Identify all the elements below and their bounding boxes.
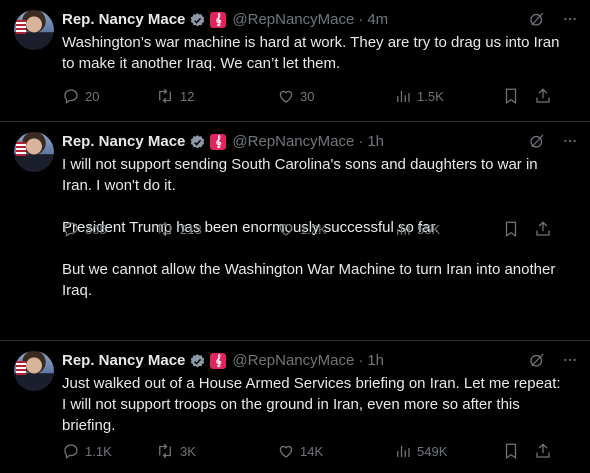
tweet-action-bar: 1.1K 3K 14K 549K xyxy=(62,441,580,461)
tweet-top-actions xyxy=(528,351,578,374)
bookmark-button[interactable] xyxy=(502,220,534,238)
bookmark-button[interactable] xyxy=(502,87,534,105)
reply-count: 1.1K xyxy=(85,443,112,459)
like-count: 14K xyxy=(300,443,324,459)
tweet-text: Washington’s war machine is hard at work… xyxy=(62,32,566,74)
tweet-action-bar: 20 12 30 1.5K xyxy=(62,86,580,106)
reply-icon xyxy=(64,444,78,460)
like-icon xyxy=(279,223,293,236)
grok-icon[interactable] xyxy=(528,132,546,155)
author-handle[interactable]: @RepNancyMace xyxy=(232,351,354,371)
grok-icon[interactable] xyxy=(528,351,546,374)
verified-badge-icon[interactable] xyxy=(189,134,206,151)
like-button[interactable]: 30 xyxy=(277,87,394,105)
tweet-top-actions xyxy=(528,10,578,33)
timestamp[interactable]: 4m xyxy=(367,10,388,30)
tweet-text: Just walked out of a House Armed Service… xyxy=(62,373,566,436)
affiliation-badge-icon[interactable]: 𝄞 xyxy=(210,353,227,369)
like-button[interactable]: 1.2K xyxy=(277,220,394,238)
reply-count: 20 xyxy=(85,88,100,104)
repost-button[interactable]: 3K xyxy=(155,442,277,460)
like-count: 1.2K xyxy=(300,221,327,237)
separator-dot: · xyxy=(358,11,364,28)
repost-count: 3K xyxy=(180,443,196,459)
views-icon xyxy=(397,445,410,457)
share-icon xyxy=(536,443,550,458)
view-count: 55K xyxy=(417,221,441,237)
reply-icon xyxy=(64,222,78,238)
views-button[interactable]: 55K xyxy=(394,220,502,238)
reply-button[interactable]: 305 xyxy=(62,220,155,238)
grok-icon[interactable] xyxy=(528,10,546,33)
like-count: 30 xyxy=(300,88,315,104)
views-button[interactable]: 1.5K xyxy=(394,87,502,105)
tweet[interactable]: Rep. Nancy Mace 𝄞 @RepNancyMace · 4m Was… xyxy=(0,0,590,122)
reply-icon xyxy=(64,89,78,105)
author-name[interactable]: Rep. Nancy Mace xyxy=(62,10,185,30)
more-icon[interactable] xyxy=(562,133,578,154)
tweet-feed: Rep. Nancy Mace 𝄞 @RepNancyMace · 4m Was… xyxy=(0,0,590,473)
bookmark-button[interactable] xyxy=(502,442,534,460)
flag-icon xyxy=(16,142,26,156)
reply-button[interactable]: 20 xyxy=(62,87,155,105)
view-count: 1.5K xyxy=(417,88,444,104)
share-button[interactable] xyxy=(534,442,552,460)
repost-icon xyxy=(159,88,171,104)
like-icon xyxy=(279,90,293,103)
like-icon xyxy=(279,445,293,458)
views-icon xyxy=(397,90,410,102)
avatar[interactable] xyxy=(14,132,54,172)
tweet-top-actions xyxy=(528,132,578,155)
views-icon xyxy=(397,223,410,235)
share-button[interactable] xyxy=(534,87,552,105)
tweet-paragraph: I will not support sending South Carolin… xyxy=(62,156,538,194)
avatar[interactable] xyxy=(14,10,54,50)
more-icon[interactable] xyxy=(562,352,578,373)
verified-badge-icon[interactable] xyxy=(189,12,206,29)
tweet-header: Rep. Nancy Mace 𝄞 @RepNancyMace · 1h xyxy=(62,351,576,371)
tweet-paragraph: Washington’s war machine is hard at work… xyxy=(62,34,560,72)
share-icon xyxy=(536,221,550,236)
verified-badge-icon[interactable] xyxy=(189,353,206,370)
tweet-header: Rep. Nancy Mace 𝄞 @RepNancyMace · 4m xyxy=(62,10,576,30)
repost-count: 213 xyxy=(180,221,202,237)
like-button[interactable]: 14K xyxy=(277,442,394,460)
affiliation-badge-icon[interactable]: 𝄞 xyxy=(210,134,227,150)
tweet-header: Rep. Nancy Mace 𝄞 @RepNancyMace · 1h xyxy=(62,132,576,152)
tweet-paragraph: Just walked out of a House Armed Service… xyxy=(62,375,561,434)
views-button[interactable]: 549K xyxy=(394,442,502,460)
repost-icon xyxy=(159,443,171,459)
bookmark-icon xyxy=(505,221,517,237)
repost-icon xyxy=(159,221,171,237)
reply-count: 305 xyxy=(85,221,107,237)
tweet-action-bar: 305 213 1.2K 55K xyxy=(62,219,580,239)
flag-icon xyxy=(16,20,26,34)
bookmark-icon xyxy=(505,443,517,459)
author-name[interactable]: Rep. Nancy Mace xyxy=(62,351,185,371)
more-icon[interactable] xyxy=(562,11,578,32)
avatar[interactable] xyxy=(14,351,54,391)
repost-button[interactable]: 213 xyxy=(155,220,277,238)
repost-button[interactable]: 12 xyxy=(155,87,277,105)
share-button[interactable] xyxy=(534,220,552,238)
flag-icon xyxy=(16,361,26,375)
bookmark-icon xyxy=(505,88,517,104)
tweet-paragraph: But we cannot allow the Washington War M… xyxy=(62,261,556,299)
author-name[interactable]: Rep. Nancy Mace xyxy=(62,132,185,152)
tweet[interactable]: Rep. Nancy Mace 𝄞 @RepNancyMace · 1h Jus… xyxy=(0,341,590,473)
separator-dot: · xyxy=(358,352,364,369)
separator-dot: · xyxy=(358,133,364,150)
author-handle[interactable]: @RepNancyMace xyxy=(232,10,354,30)
tweet[interactable]: Rep. Nancy Mace 𝄞 @RepNancyMace · 1h I w… xyxy=(0,122,590,341)
affiliation-badge-icon[interactable]: 𝄞 xyxy=(210,12,227,28)
view-count: 549K xyxy=(417,443,448,459)
timestamp[interactable]: 1h xyxy=(367,351,384,371)
repost-count: 12 xyxy=(180,88,195,104)
author-handle[interactable]: @RepNancyMace xyxy=(232,132,354,152)
share-icon xyxy=(536,88,550,103)
timestamp[interactable]: 1h xyxy=(367,132,384,152)
reply-button[interactable]: 1.1K xyxy=(62,442,155,460)
